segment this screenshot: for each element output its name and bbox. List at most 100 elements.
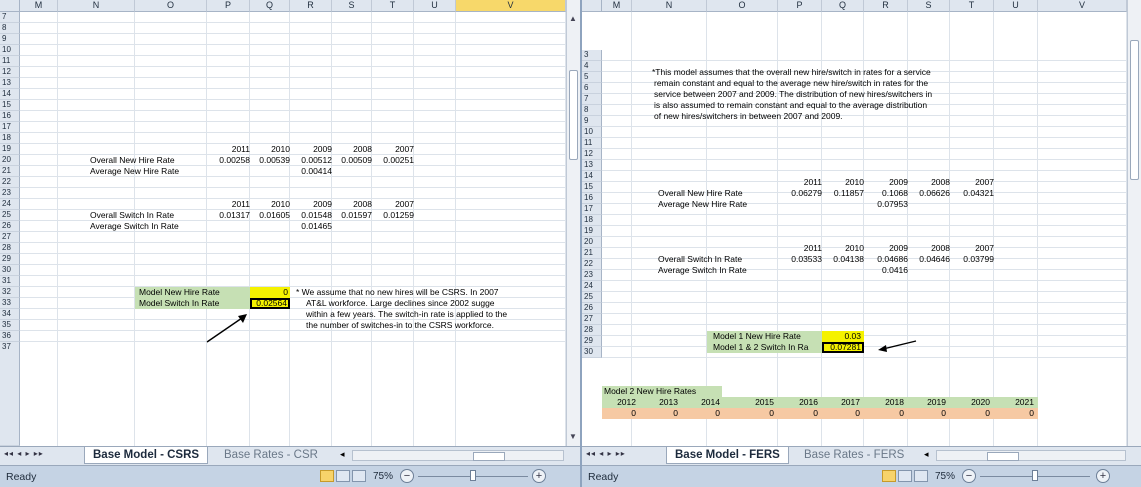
overall-new-hire-value[interactable]: 0.00258 (207, 155, 250, 166)
overall-switch-value[interactable]: 0.04138 (822, 254, 864, 265)
model2-year[interactable]: 2019 (908, 397, 950, 408)
page-layout-icon[interactable] (898, 470, 912, 482)
row-header[interactable]: 25 (0, 210, 20, 221)
column-header[interactable]: S (908, 0, 950, 12)
model2-value[interactable]: 0 (950, 408, 994, 419)
year-header[interactable]: 2009 (864, 177, 908, 188)
row-header[interactable]: 21 (582, 248, 602, 259)
tab-scroll-icon[interactable]: ◂ (340, 449, 345, 460)
column-header[interactable]: Q (250, 0, 290, 12)
model1-new-hire-label[interactable]: Model 1 New Hire Rate (707, 331, 822, 342)
page-layout-icon[interactable] (336, 470, 350, 482)
column-header[interactable]: S (332, 0, 372, 12)
row-header[interactable]: 35 (0, 320, 20, 331)
column-header[interactable]: N (58, 0, 135, 12)
model1-new-hire-input[interactable]: 0.03 (822, 331, 864, 342)
model2-year[interactable]: 2015 (724, 397, 778, 408)
column-header[interactable]: Q (822, 0, 864, 12)
overall-new-hire-value[interactable]: 0.00509 (332, 155, 372, 166)
row-header[interactable]: 27 (0, 232, 20, 243)
year-header[interactable]: 2008 (908, 243, 950, 254)
row-header[interactable]: 6 (582, 83, 602, 94)
row-header[interactable]: 36 (0, 331, 20, 342)
row-header[interactable]: 31 (0, 276, 20, 287)
tab-base-rates-fers[interactable]: Base Rates - FERS (796, 447, 912, 464)
column-header[interactable]: T (950, 0, 994, 12)
sheet-nav-icon[interactable]: ◂◂ ◂ ▸ ▸▸ (4, 449, 44, 458)
row-header[interactable]: 8 (0, 23, 20, 34)
row-header[interactable]: 3 (582, 50, 602, 61)
row-header[interactable]: 16 (0, 111, 20, 122)
model2-year[interactable]: 2013 (640, 397, 682, 408)
row-header[interactable]: 34 (0, 309, 20, 320)
overall-switch-value[interactable]: 0.01317 (207, 210, 250, 221)
year-header[interactable]: 2010 (250, 199, 290, 210)
row-header[interactable]: 26 (582, 303, 602, 314)
row-header[interactable]: 5 (582, 72, 602, 83)
column-header[interactable]: R (290, 0, 332, 12)
row-header[interactable]: 18 (0, 133, 20, 144)
year-header[interactable]: 2011 (778, 177, 822, 188)
year-header[interactable]: 2009 (290, 199, 332, 210)
row-header[interactable]: 19 (0, 144, 20, 155)
model2-title[interactable]: Model 2 New Hire Rates (602, 386, 722, 397)
model12-switch-input[interactable]: 0.07281 (822, 342, 864, 353)
model12-switch-label[interactable]: Model 1 & 2 Switch In Ra (707, 342, 822, 353)
model2-year[interactable]: 2020 (950, 397, 994, 408)
column-header[interactable]: P (778, 0, 822, 12)
year-header[interactable]: 2007 (372, 199, 414, 210)
row-header[interactable]: 11 (582, 138, 602, 149)
average-switch-label[interactable]: Average Switch In Rate (658, 265, 778, 276)
row-header[interactable]: 4 (582, 61, 602, 72)
row-header[interactable]: 24 (0, 199, 20, 210)
overall-switch-value[interactable]: 0.03533 (778, 254, 822, 265)
row-header[interactable]: 15 (582, 182, 602, 193)
column-header[interactable]: T (372, 0, 414, 12)
row-header[interactable]: 32 (0, 287, 20, 298)
average-new-hire-label[interactable]: Average New Hire Rate (658, 199, 778, 210)
model-new-hire-label[interactable]: Model New Hire Rate (135, 287, 250, 298)
column-header[interactable]: P (207, 0, 250, 12)
normal-view-icon[interactable] (320, 470, 334, 482)
row-header[interactable]: 11 (0, 56, 20, 67)
row-header[interactable]: 9 (582, 116, 602, 127)
model2-value[interactable]: 0 (864, 408, 908, 419)
model2-year[interactable]: 2014 (682, 397, 724, 408)
year-header[interactable]: 2010 (822, 177, 864, 188)
year-header[interactable]: 2008 (332, 144, 372, 155)
row-header[interactable]: 21 (0, 166, 20, 177)
row-header[interactable]: 12 (582, 149, 602, 160)
vertical-scrollbar[interactable] (1127, 0, 1141, 446)
row-header[interactable]: 7 (0, 12, 20, 23)
page-break-icon[interactable] (914, 470, 928, 482)
row-header[interactable]: 16 (582, 193, 602, 204)
overall-new-hire-value[interactable]: 0.1068 (864, 188, 908, 199)
model2-value[interactable]: 0 (724, 408, 778, 419)
overall-switch-value[interactable]: 0.01259 (372, 210, 414, 221)
overall-new-hire-value[interactable]: 0.04321 (950, 188, 994, 199)
zoom-in-icon[interactable]: + (1096, 469, 1110, 483)
model2-year[interactable]: 2016 (778, 397, 822, 408)
average-switch-label[interactable]: Average Switch In Rate (90, 221, 208, 232)
row-header[interactable]: 14 (0, 89, 20, 100)
model2-value[interactable]: 0 (908, 408, 950, 419)
model-new-hire-input[interactable]: 0 (250, 287, 290, 298)
row-header[interactable]: 20 (0, 155, 20, 166)
row-header[interactable]: 17 (0, 122, 20, 133)
model2-value[interactable]: 0 (602, 408, 640, 419)
row-header[interactable]: 18 (582, 215, 602, 226)
row-header[interactable]: 37 (0, 342, 20, 446)
model2-year[interactable]: 2012 (602, 397, 640, 408)
sheet-nav-icon[interactable]: ◂◂ ◂ ▸ ▸▸ (586, 449, 626, 458)
zoom-out-icon[interactable]: − (962, 469, 976, 483)
zoom-knob[interactable] (470, 470, 476, 481)
row-header[interactable]: 29 (0, 254, 20, 265)
vertical-scrollbar[interactable]: ▲ ▼ (566, 0, 580, 446)
row-header[interactable]: 13 (582, 160, 602, 171)
zoom-in-icon[interactable]: + (532, 469, 546, 483)
scroll-up-icon[interactable]: ▲ (569, 14, 577, 23)
row-header[interactable]: 24 (582, 281, 602, 292)
row-header[interactable]: 19 (582, 226, 602, 237)
column-header[interactable]: N (632, 0, 707, 12)
overall-switch-value[interactable]: 0.04646 (908, 254, 950, 265)
